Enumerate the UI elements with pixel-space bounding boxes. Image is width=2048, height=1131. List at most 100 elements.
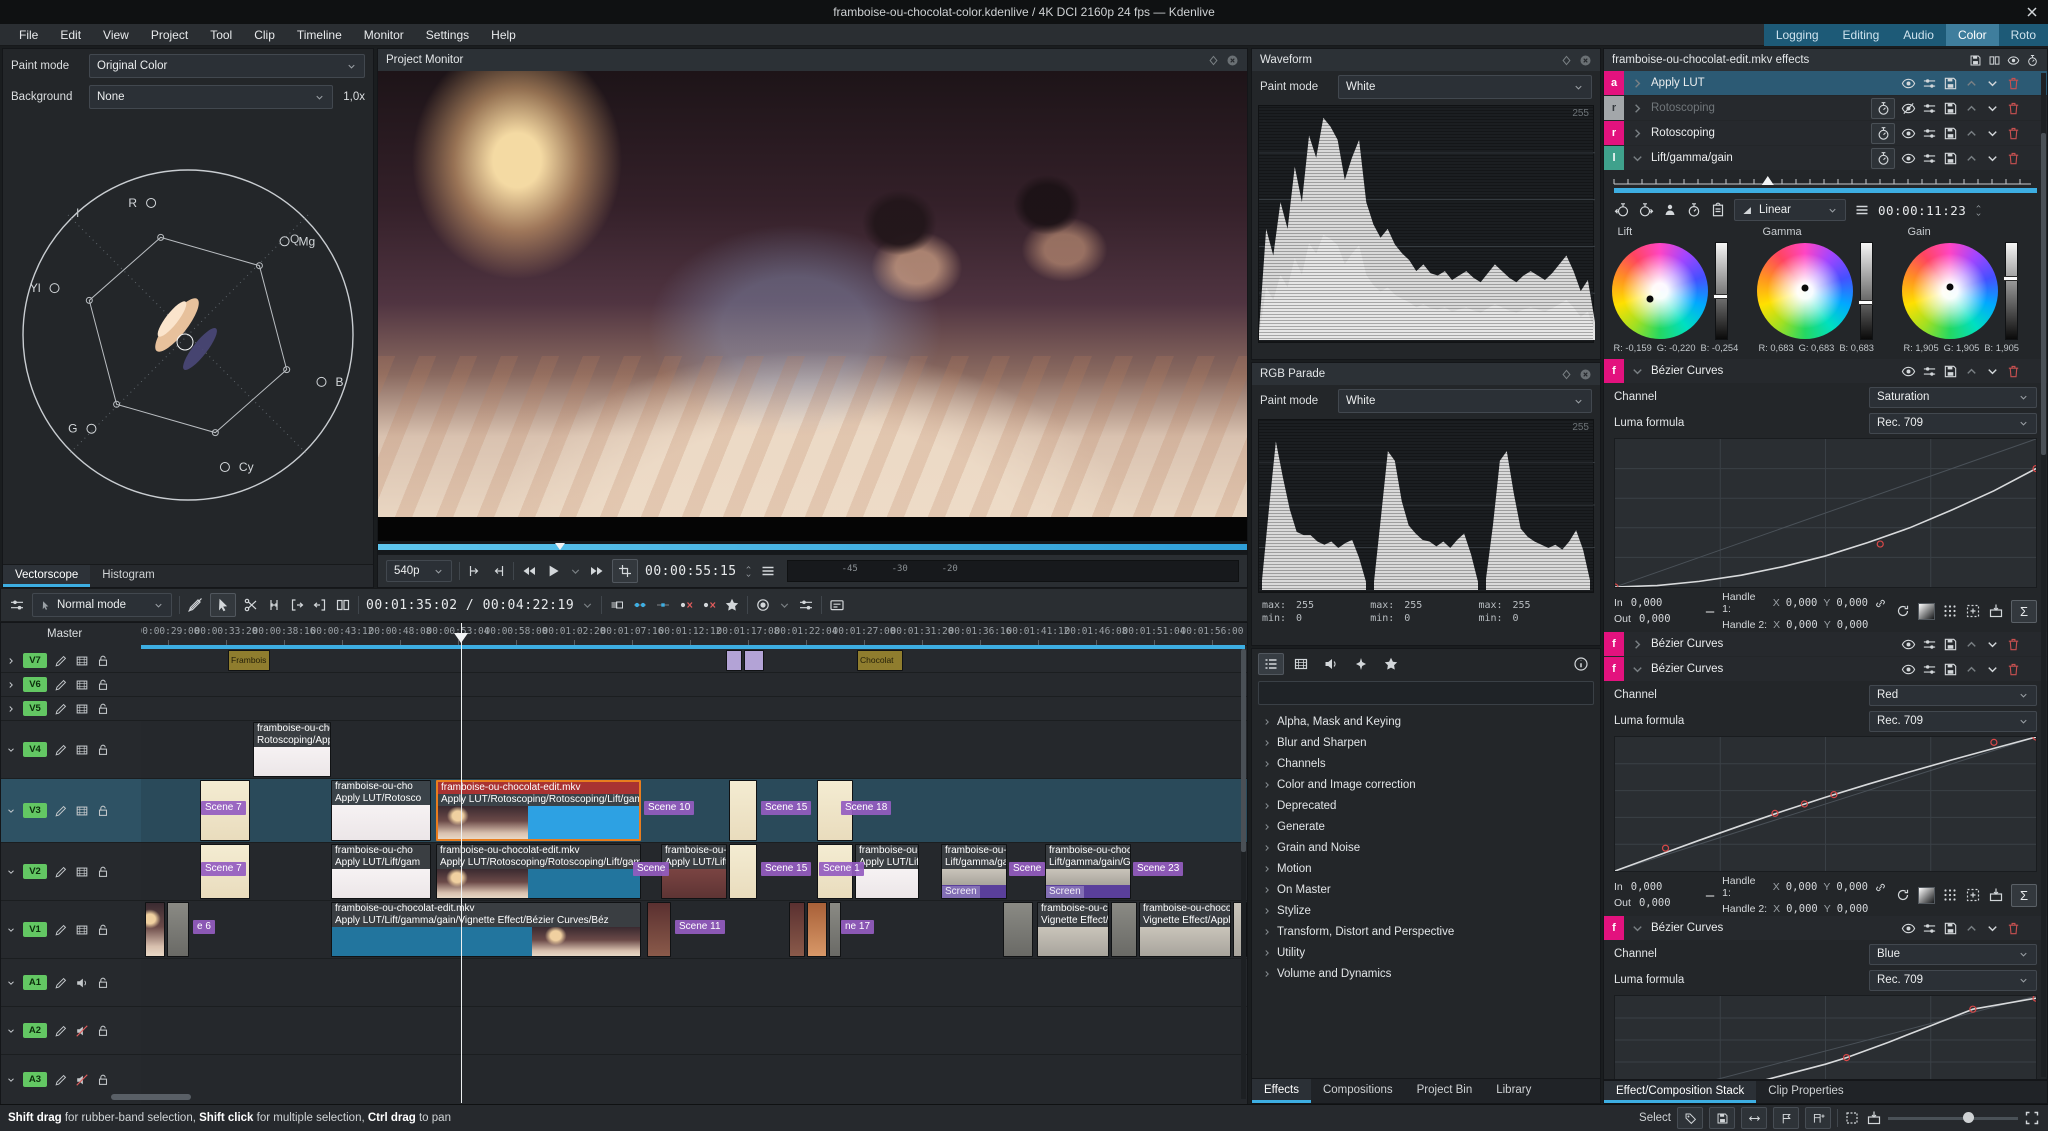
stack-scrollbar[interactable]: [2041, 73, 2046, 1077]
wheel-slider-handle[interactable]: [2002, 276, 2018, 282]
presets-icon[interactable]: [1922, 364, 1937, 379]
save-effect-icon[interactable]: [1943, 662, 1958, 677]
delete-effect-icon[interactable]: [2006, 921, 2021, 936]
speaker-icon[interactable]: [75, 976, 89, 990]
timecode-spinner[interactable]: [744, 564, 753, 579]
bezier-curve-editor-blue[interactable]: [1614, 995, 2037, 1079]
composition-screen[interactable]: Screen: [942, 885, 1006, 898]
film-icon[interactable]: [75, 678, 89, 692]
razor-tool-icon[interactable]: [243, 597, 259, 613]
spacer-tool-icon[interactable]: [266, 597, 282, 613]
chevron-right-icon[interactable]: [1630, 126, 1645, 141]
menu-view[interactable]: View: [94, 26, 138, 44]
audio-record-icon[interactable]: [755, 597, 771, 613]
chevron-down-icon[interactable]: [1630, 364, 1645, 379]
fit-zone-icon[interactable]: [1844, 1110, 1860, 1126]
category-generate[interactable]: Generate: [1254, 816, 1598, 837]
in-value[interactable]: 0,000: [1631, 597, 1663, 609]
float-panel-icon[interactable]: [1207, 54, 1220, 67]
show-video-effects-button[interactable]: [1288, 653, 1314, 675]
film-icon[interactable]: [75, 865, 89, 879]
delete-effect-icon[interactable]: [2006, 151, 2021, 166]
film-icon[interactable]: [75, 923, 89, 937]
play-options-icon[interactable]: [569, 565, 582, 578]
timeline-clip[interactable]: [807, 902, 827, 957]
track-header-v5[interactable]: V5: [1, 697, 141, 720]
pencil-icon[interactable]: [54, 804, 68, 818]
reset-curve-icon[interactable]: [1895, 887, 1911, 903]
delete-effect-icon[interactable]: [2006, 76, 2021, 91]
float-panel-icon[interactable]: [1560, 54, 1573, 67]
reset-curve-icon[interactable]: [1895, 603, 1911, 619]
eye-icon[interactable]: [1901, 637, 1916, 652]
play-icon[interactable]: [544, 562, 562, 580]
wheel-cursor[interactable]: [1946, 283, 1953, 291]
effect-info-button[interactable]: [1568, 653, 1594, 675]
workspace-tab-editing[interactable]: Editing: [1831, 24, 1892, 46]
lock-icon[interactable]: [96, 923, 110, 937]
move-down-icon[interactable]: [1985, 126, 2000, 141]
timeline-clip[interactable]: [1003, 902, 1033, 957]
link-handles-icon[interactable]: [1874, 881, 1887, 894]
keyframe-zone-bar[interactable]: [1614, 188, 2037, 193]
effect-row-bezier-red[interactable]: f Bézier Curves: [1604, 657, 2047, 681]
delete-effect-icon[interactable]: [2006, 101, 2021, 116]
pencil-icon[interactable]: [54, 865, 68, 879]
timeline-zoom-slider[interactable]: [1888, 1108, 2018, 1128]
composition-screen[interactable]: Screen: [1046, 885, 1130, 898]
track-lane-a2[interactable]: [141, 1007, 1247, 1054]
keyframe-timer-button[interactable]: [1871, 97, 1895, 119]
film-icon[interactable]: [75, 743, 89, 757]
move-up-icon[interactable]: [1964, 76, 1979, 91]
track-header-a2[interactable]: A2: [1, 1007, 141, 1054]
wheel-gain[interactable]: [1901, 243, 1998, 339]
tab-project-bin[interactable]: Project Bin: [1405, 1079, 1485, 1103]
wheel-cursor[interactable]: [1646, 295, 1654, 303]
playhead-handle[interactable]: [454, 633, 468, 643]
timeline-clip[interactable]: [167, 902, 189, 957]
lock-icon[interactable]: [96, 702, 110, 716]
track-badge[interactable]: V7: [23, 653, 47, 668]
scene-marker[interactable]: Scene 23: [1133, 861, 1184, 876]
luma-formula-select[interactable]: Rec. 709: [1869, 412, 2037, 434]
show-all-effects-button[interactable]: [1258, 653, 1284, 675]
pencil-icon[interactable]: [54, 678, 68, 692]
track-lane-v4[interactable]: framboise-ou-cho Rotoscoping/Appl: [141, 721, 1247, 778]
paint-mode-select[interactable]: Original Color: [89, 54, 365, 78]
remove-all-keyframes-icon[interactable]: [701, 597, 717, 613]
save-stack-icon[interactable]: [1969, 54, 1982, 67]
split-view-icon[interactable]: [335, 597, 351, 613]
scene-marker[interactable]: Scene 18: [841, 800, 892, 815]
track-badge[interactable]: A2: [23, 1023, 47, 1038]
track-lane-v7[interactable]: Frambois Chocolat: [141, 649, 1247, 672]
keyframe-menu-icon[interactable]: [1854, 202, 1870, 218]
lock-icon[interactable]: [96, 678, 110, 692]
timeline-clip[interactable]: framboise-ou-chocol Vignette Effect/Apply: [1139, 902, 1231, 957]
delete-effect-icon[interactable]: [2006, 364, 2021, 379]
tab-library[interactable]: Library: [1484, 1079, 1543, 1103]
delete-effect-icon[interactable]: [2006, 662, 2021, 677]
close-panel-icon[interactable]: [1579, 368, 1592, 381]
luma-formula-select[interactable]: Rec. 709: [1869, 710, 2037, 732]
wheel-slider[interactable]: [1712, 242, 1728, 340]
pencil-icon[interactable]: [54, 1073, 68, 1087]
select-tag-button[interactable]: [1677, 1107, 1703, 1129]
close-panel-icon[interactable]: [1579, 54, 1592, 67]
scene-marker[interactable]: e 6: [193, 919, 215, 934]
monitor-menu-icon[interactable]: [760, 563, 776, 579]
bypass-stack-icon[interactable]: [2007, 54, 2020, 67]
timeline-clip-main[interactable]: framboise-ou-chocolat-edit.mkv Apply LUT/…: [436, 780, 641, 841]
eye-icon[interactable]: [1901, 662, 1916, 677]
track-header-a1[interactable]: A1: [1, 959, 141, 1006]
keyframe-ruler[interactable]: [1612, 173, 2033, 187]
presets-icon[interactable]: [1922, 637, 1937, 652]
track-badge[interactable]: V2: [23, 864, 47, 879]
remove-point-button[interactable]: –: [1706, 603, 1714, 620]
luma-formula-select[interactable]: Rec. 709: [1869, 969, 2037, 991]
move-down-icon[interactable]: [1985, 151, 2000, 166]
timeline-clip[interactable]: [729, 780, 757, 841]
lock-icon[interactable]: [96, 1073, 110, 1087]
timeline-clip-main[interactable]: framboise-ou-chocolat-edit.mkv Apply LUT/…: [436, 844, 641, 899]
timeline-clip[interactable]: framboise-ou-chocolLift/gamma/gain/Ga Scr…: [1045, 844, 1131, 899]
track-header-v1[interactable]: V1: [1, 901, 141, 958]
